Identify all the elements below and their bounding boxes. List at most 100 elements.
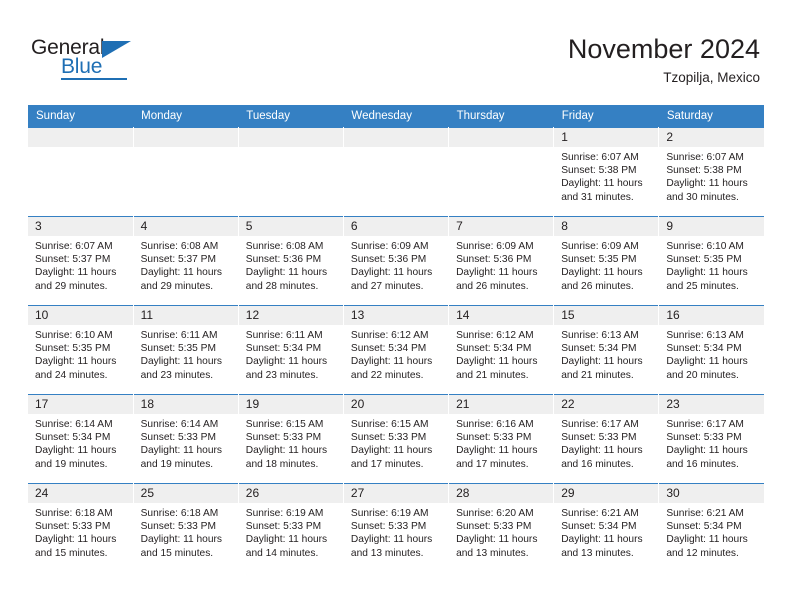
day-number: 15 <box>554 306 659 325</box>
calendar-day-cell[interactable]: 19 Sunrise: 6:15 AM Sunset: 5:33 PM Dayligh… <box>238 394 344 484</box>
calendar-cell-empty <box>343 127 450 217</box>
daylight-text-line2: and 20 minutes. <box>666 369 739 381</box>
sunset-text: Sunset: 5:33 PM <box>140 521 216 533</box>
calendar-day-cell[interactable]: 24 Sunrise: 6:18 AM Sunset: 5:33 PM Dayligh… <box>28 483 134 573</box>
day-number: 14 <box>449 306 554 325</box>
weekday-header-row: Sunday Monday Tuesday Wednesday Thursday… <box>28 105 764 128</box>
day-sun-info: Sunrise: 6:12 AM Sunset: 5:34 PM Daylight:… <box>344 325 448 382</box>
daylight-text-line2: and 18 minutes. <box>245 458 319 470</box>
calendar-cell-empty <box>28 127 134 217</box>
daylight-text-line2: and 23 minutes. <box>140 369 214 381</box>
sunrise-text: Sunrise: 6:08 AM <box>140 241 219 252</box>
day-sun-info: Sunrise: 6:10 AM Sunset: 5:35 PM Daylight:… <box>28 325 133 382</box>
calendar-day-cell[interactable]: 21 Sunrise: 6:16 AM Sunset: 5:33 PM Dayligh… <box>448 394 555 484</box>
day-sun-info: Sunrise: 6:19 AM Sunset: 5:33 PM Daylight:… <box>344 503 448 560</box>
day-sun-info: Sunrise: 6:11 AM Sunset: 5:35 PM Daylight:… <box>134 325 238 382</box>
sunrise-text: Sunrise: 6:13 AM <box>666 330 744 341</box>
day-number: 13 <box>343 306 449 325</box>
sunset-text: Sunset: 5:34 PM <box>456 343 532 355</box>
daylight-text-line1: Daylight: 11 hours <box>561 534 643 546</box>
daylight-text-line2: and 22 minutes. <box>350 369 424 381</box>
sunset-text: Sunset: 5:36 PM <box>350 254 427 266</box>
day-number: 6 <box>343 217 449 236</box>
calendar-day-cell[interactable]: 25 Sunrise: 6:18 AM Sunset: 5:33 PM Dayligh… <box>133 483 239 573</box>
daylight-text-line1: Daylight: 11 hours <box>245 534 328 546</box>
sunrise-text: Sunrise: 6:11 AM <box>140 330 218 341</box>
daylight-text-line2: and 19 minutes. <box>35 458 108 470</box>
calendar-day-cell[interactable]: 2 Sunrise: 6:07 AM Sunset: 5:38 PM Daylight… <box>658 127 764 217</box>
calendar-day-cell[interactable]: 30 Sunrise: 6:21 AM Sunset: 5:34 PM Dayligh… <box>658 483 764 573</box>
daylight-text-line1: Daylight: 11 hours <box>35 267 117 279</box>
calendar-day-cell[interactable]: 29 Sunrise: 6:21 AM Sunset: 5:34 PM Dayligh… <box>553 483 660 573</box>
daylight-text-line2: and 26 minutes. <box>561 280 634 292</box>
day-sun-info: Sunrise: 6:09 AM Sunset: 5:36 PM Daylight:… <box>344 236 448 293</box>
daylight-text-line1: Daylight: 11 hours <box>456 356 538 368</box>
calendar-day-cell[interactable]: 10 Sunrise: 6:10 AM Sunset: 5:35 PM Dayligh… <box>28 305 134 395</box>
calendar-day-cell[interactable]: 23 Sunrise: 6:17 AM Sunset: 5:33 PM Dayligh… <box>658 394 764 484</box>
daylight-text-line1: Daylight: 11 hours <box>561 356 643 368</box>
calendar-day-cell[interactable]: 7 Sunrise: 6:09 AM Sunset: 5:36 PM Daylight… <box>448 216 555 306</box>
day-sun-info: Sunrise: 6:16 AM Sunset: 5:33 PM Daylight:… <box>449 414 553 471</box>
sunset-text: Sunset: 5:34 PM <box>666 343 742 355</box>
calendar-day-cell[interactable]: 16 Sunrise: 6:13 AM Sunset: 5:34 PM Dayligh… <box>658 305 764 395</box>
day-number <box>343 128 449 147</box>
calendar-day-cell[interactable]: 8 Sunrise: 6:09 AM Sunset: 5:35 PM Daylight… <box>553 216 660 306</box>
calendar-day-cell[interactable]: 27 Sunrise: 6:19 AM Sunset: 5:33 PM Dayligh… <box>343 483 450 573</box>
calendar-day-cell[interactable]: 20 Sunrise: 6:15 AM Sunset: 5:33 PM Dayligh… <box>343 394 450 484</box>
sunset-text: Sunset: 5:33 PM <box>666 432 742 444</box>
sunset-text: Sunset: 5:33 PM <box>456 432 532 444</box>
day-number: 8 <box>554 217 659 236</box>
sunrise-text: Sunrise: 6:19 AM <box>245 508 324 519</box>
daylight-text-line2: and 17 minutes. <box>350 458 424 470</box>
day-sun-info: Sunrise: 6:07 AM Sunset: 5:38 PM Daylight:… <box>659 147 764 204</box>
daylight-text-line1: Daylight: 11 hours <box>666 178 748 190</box>
calendar-day-cell[interactable]: 15 Sunrise: 6:13 AM Sunset: 5:34 PM Dayligh… <box>553 305 660 395</box>
calendar-day-cell[interactable]: 22 Sunrise: 6:17 AM Sunset: 5:33 PM Dayligh… <box>553 394 660 484</box>
day-number: 23 <box>659 395 764 414</box>
calendar-day-cell[interactable]: 5 Sunrise: 6:08 AM Sunset: 5:36 PM Daylight… <box>238 216 344 306</box>
daylight-text-line2: and 16 minutes. <box>561 458 634 470</box>
calendar-cell-empty <box>133 127 239 217</box>
day-sun-info: Sunrise: 6:20 AM Sunset: 5:33 PM Daylight:… <box>449 503 553 560</box>
day-number: 25 <box>133 484 238 503</box>
calendar-day-cell[interactable]: 17 Sunrise: 6:14 AM Sunset: 5:34 PM Dayligh… <box>28 394 134 484</box>
logo-underline <box>61 78 127 80</box>
sunrise-text: Sunrise: 6:09 AM <box>350 241 429 252</box>
calendar-day-cell[interactable]: 14 Sunrise: 6:12 AM Sunset: 5:34 PM Dayligh… <box>448 305 555 395</box>
daylight-text-line1: Daylight: 11 hours <box>350 534 433 546</box>
daylight-text-line2: and 29 minutes. <box>140 280 214 292</box>
sunrise-text: Sunrise: 6:07 AM <box>561 152 639 163</box>
calendar-body: 1 Sunrise: 6:07 AM Sunset: 5:38 PM Daylight… <box>28 127 764 573</box>
daylight-text-line2: and 15 minutes. <box>140 547 214 559</box>
day-number: 3 <box>28 217 133 236</box>
calendar-day-cell[interactable]: 6 Sunrise: 6:09 AM Sunset: 5:36 PM Daylight… <box>343 216 450 306</box>
sunset-text: Sunset: 5:34 PM <box>561 343 637 355</box>
calendar-day-cell[interactable]: 1 Sunrise: 6:07 AM Sunset: 5:38 PM Daylight… <box>553 127 660 217</box>
sunset-text: Sunset: 5:38 PM <box>666 165 742 177</box>
calendar-day-cell[interactable]: 9 Sunrise: 6:10 AM Sunset: 5:35 PM Daylight… <box>658 216 764 306</box>
general-blue-logo[interactable]: General Blue <box>31 37 151 83</box>
calendar-day-cell[interactable]: 4 Sunrise: 6:08 AM Sunset: 5:37 PM Daylight… <box>133 216 239 306</box>
day-sun-info: Sunrise: 6:21 AM Sunset: 5:34 PM Daylight:… <box>554 503 658 560</box>
daylight-text-line2: and 28 minutes. <box>245 280 319 292</box>
calendar-day-cell[interactable]: 3 Sunrise: 6:07 AM Sunset: 5:37 PM Daylight… <box>28 216 134 306</box>
sunrise-text: Sunrise: 6:13 AM <box>561 330 639 341</box>
day-number: 4 <box>133 217 238 236</box>
weekday-header-monday: Monday <box>133 105 239 128</box>
calendar-week-row: 1 Sunrise: 6:07 AM Sunset: 5:38 PM Daylight… <box>28 127 764 217</box>
sunrise-text: Sunrise: 6:07 AM <box>35 241 113 252</box>
calendar-day-cell[interactable]: 12 Sunrise: 6:11 AM Sunset: 5:34 PM Dayligh… <box>238 305 344 395</box>
day-sun-info: Sunrise: 6:12 AM Sunset: 5:34 PM Daylight:… <box>449 325 553 382</box>
day-number: 30 <box>659 484 764 503</box>
day-sun-info: Sunrise: 6:18 AM Sunset: 5:33 PM Daylight:… <box>28 503 133 560</box>
daylight-text-line2: and 13 minutes. <box>561 547 634 559</box>
day-number: 5 <box>238 217 343 236</box>
calendar-day-cell[interactable]: 11 Sunrise: 6:11 AM Sunset: 5:35 PM Dayligh… <box>133 305 239 395</box>
sunrise-text: Sunrise: 6:21 AM <box>561 508 639 519</box>
calendar-day-cell[interactable]: 18 Sunrise: 6:14 AM Sunset: 5:33 PM Dayligh… <box>133 394 239 484</box>
day-number <box>238 128 343 147</box>
day-sun-info: Sunrise: 6:15 AM Sunset: 5:33 PM Daylight:… <box>344 414 448 471</box>
calendar-day-cell[interactable]: 28 Sunrise: 6:20 AM Sunset: 5:33 PM Dayligh… <box>448 483 555 573</box>
calendar-day-cell[interactable]: 13 Sunrise: 6:12 AM Sunset: 5:34 PM Dayligh… <box>343 305 450 395</box>
calendar-day-cell[interactable]: 26 Sunrise: 6:19 AM Sunset: 5:33 PM Dayligh… <box>238 483 344 573</box>
